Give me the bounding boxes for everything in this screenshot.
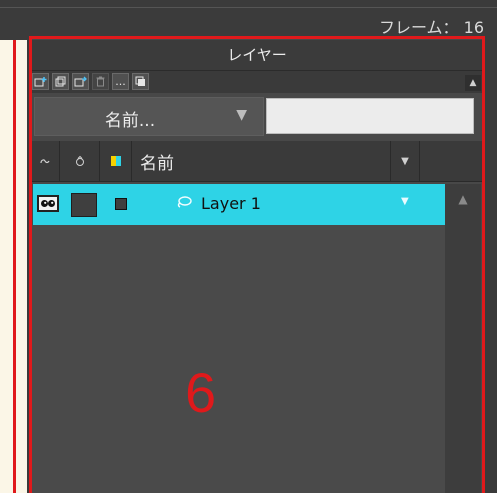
annotation-number: 6 [185,361,217,424]
annotation-red-frame [29,36,485,493]
frame-counter: フレーム： 16 [379,18,484,37]
top-divider [0,7,497,8]
annotation-left-red-line [13,40,16,493]
